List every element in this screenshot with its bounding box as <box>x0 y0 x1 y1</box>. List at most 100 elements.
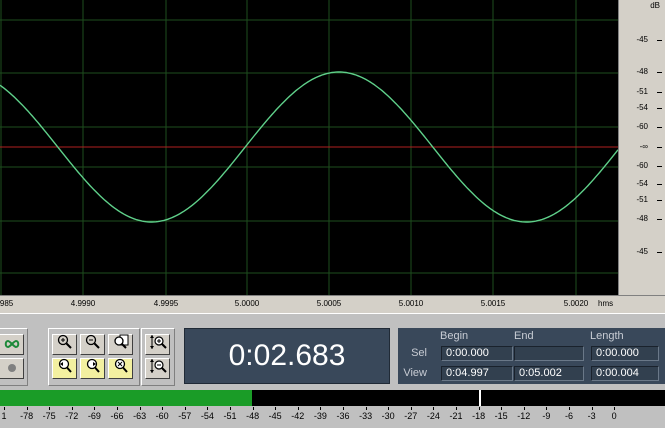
db-scale-label: -45 <box>636 35 648 44</box>
zoom-vertical-in-button[interactable] <box>145 334 170 355</box>
time-tick-label: 4.9985 <box>0 299 14 308</box>
level-meter-fill <box>0 390 252 406</box>
view-length-field[interactable]: 0:00.004 <box>591 366 659 381</box>
time-display: 0:02.683 <box>184 328 390 384</box>
level-meter-tick <box>162 407 164 410</box>
level-meter-tick <box>71 407 73 410</box>
zoom-out-right-icon <box>85 358 101 379</box>
time-tick-label: 5.0010 <box>398 299 424 308</box>
level-meter-label: -63 <box>133 411 147 421</box>
sel-end-field[interactable] <box>514 346 584 361</box>
sel-begin-field[interactable]: 0:00.000 <box>441 346 513 361</box>
level-meter-label: -36 <box>336 411 350 421</box>
level-meter-label: -21 <box>449 411 463 421</box>
level-meter-label: -18 <box>472 411 486 421</box>
view-begin-field[interactable]: 0:04.997 <box>441 366 513 381</box>
sel-length-field[interactable]: 0:00.000 <box>591 346 659 361</box>
level-meter-tick <box>297 407 299 410</box>
time-tick-label: 5.0020 <box>563 299 589 308</box>
db-scale-tick <box>657 108 662 109</box>
db-scale-label: -48 <box>636 214 648 223</box>
db-scale-tick <box>657 92 662 93</box>
level-meter-tick <box>117 407 118 410</box>
begin-header: Begin <box>440 330 469 342</box>
db-scale-label: -60 <box>636 161 648 170</box>
db-unit-label: dB <box>650 1 660 10</box>
zoom-in-left-button[interactable] <box>52 358 77 379</box>
level-meter-tick <box>456 407 457 410</box>
db-scale-tick <box>657 72 662 73</box>
level-meter-label: -72 <box>65 411 79 421</box>
view-row-label: View <box>403 367 427 379</box>
level-meter-scale: 1 -78 -75 -72 -69 -66 -63 -60 -57 -54 -51 -48 -45 -42… <box>0 407 665 425</box>
level-meter-tick <box>614 407 616 410</box>
zoom-full-icon <box>113 334 129 355</box>
db-scale-tick <box>657 147 662 148</box>
time-unit-label: hms <box>598 299 614 308</box>
zoom-out-icon <box>85 334 101 355</box>
zoom-vertical-out-icon <box>149 358 167 379</box>
db-ruler: dB -45 -48 -51 -54 -60 -∞ -60 -54 -51 -48 -45 <box>618 0 665 295</box>
time-tick-label: 5.0005 <box>316 299 342 308</box>
level-meter-label: -75 <box>42 411 56 421</box>
level-meter-tick <box>433 407 435 410</box>
level-meter-label: -60 <box>155 411 169 421</box>
loop-button[interactable] <box>0 334 24 355</box>
time-ruler: 4.9985 4.9990 4.9995 5.0000 5.0005 5.0010 5.00… <box>0 295 665 314</box>
zoom-full-button[interactable] <box>108 334 133 355</box>
zoom-out-button[interactable] <box>80 334 105 355</box>
level-meter-label: -3 <box>587 411 596 421</box>
waveform-display[interactable] <box>0 0 618 295</box>
zoom-vertical-out-button[interactable] <box>145 358 170 379</box>
level-meter-label: 1 <box>1 411 7 421</box>
time-tick-label: 5.0000 <box>234 299 260 308</box>
level-meter-label: -15 <box>494 411 508 421</box>
zoom-selection-icon <box>113 358 129 379</box>
db-scale-label: -54 <box>636 179 648 188</box>
level-meter-label: -51 <box>223 411 237 421</box>
level-meter-tick <box>49 407 51 410</box>
record-icon <box>7 360 17 378</box>
sel-row-label: Sel <box>411 347 427 359</box>
zoom-out-right-button[interactable] <box>80 358 105 379</box>
level-meter-label: 0 <box>611 411 617 421</box>
db-scale-tick <box>657 252 662 253</box>
zoom-in-button[interactable] <box>52 334 77 355</box>
level-meter-label: -30 <box>381 411 395 421</box>
level-meter-tick <box>478 407 480 410</box>
level-meter-bar <box>0 390 665 406</box>
level-meter-tick <box>523 407 525 410</box>
level-meter-label: -9 <box>542 411 551 421</box>
db-scale-tick <box>657 200 662 201</box>
length-header: Length <box>590 330 624 342</box>
level-meter-label: -39 <box>313 411 327 421</box>
level-meter-tick <box>26 407 28 410</box>
db-scale-label: -∞ <box>639 142 648 151</box>
level-meter-tick <box>320 407 322 410</box>
db-scale-label: -51 <box>636 195 648 204</box>
level-meter-tick <box>207 407 209 410</box>
level-meter-tick <box>252 407 254 410</box>
end-header: End <box>514 330 534 342</box>
level-meter-tick <box>388 407 390 410</box>
zoom-in-left-icon <box>57 358 73 379</box>
db-scale-tick <box>657 184 662 185</box>
horizontal-scrollbar[interactable] <box>0 313 665 327</box>
zoom-vertical-group <box>141 328 175 386</box>
record-button[interactable] <box>0 358 24 379</box>
zoom-horizontal-group <box>48 328 140 386</box>
time-tick-label: 4.9995 <box>153 299 179 308</box>
level-meter-tick <box>343 407 344 410</box>
db-scale-tick <box>657 219 662 220</box>
view-end-field[interactable]: 0:05.002 <box>514 366 584 381</box>
db-scale-label: -51 <box>636 87 648 96</box>
level-meter-label: -12 <box>517 411 531 421</box>
level-meter-label: -24 <box>426 411 440 421</box>
level-meter-label: -57 <box>178 411 192 421</box>
level-meter-label: -69 <box>87 411 101 421</box>
control-bar: 0:02.683 Begin End Length Sel 0:00.000 0… <box>0 326 665 388</box>
level-meter-tick <box>591 407 593 410</box>
level-meter-label: -33 <box>359 411 373 421</box>
zoom-selection-button[interactable] <box>108 358 133 379</box>
zoom-vertical-in-icon <box>149 334 167 355</box>
